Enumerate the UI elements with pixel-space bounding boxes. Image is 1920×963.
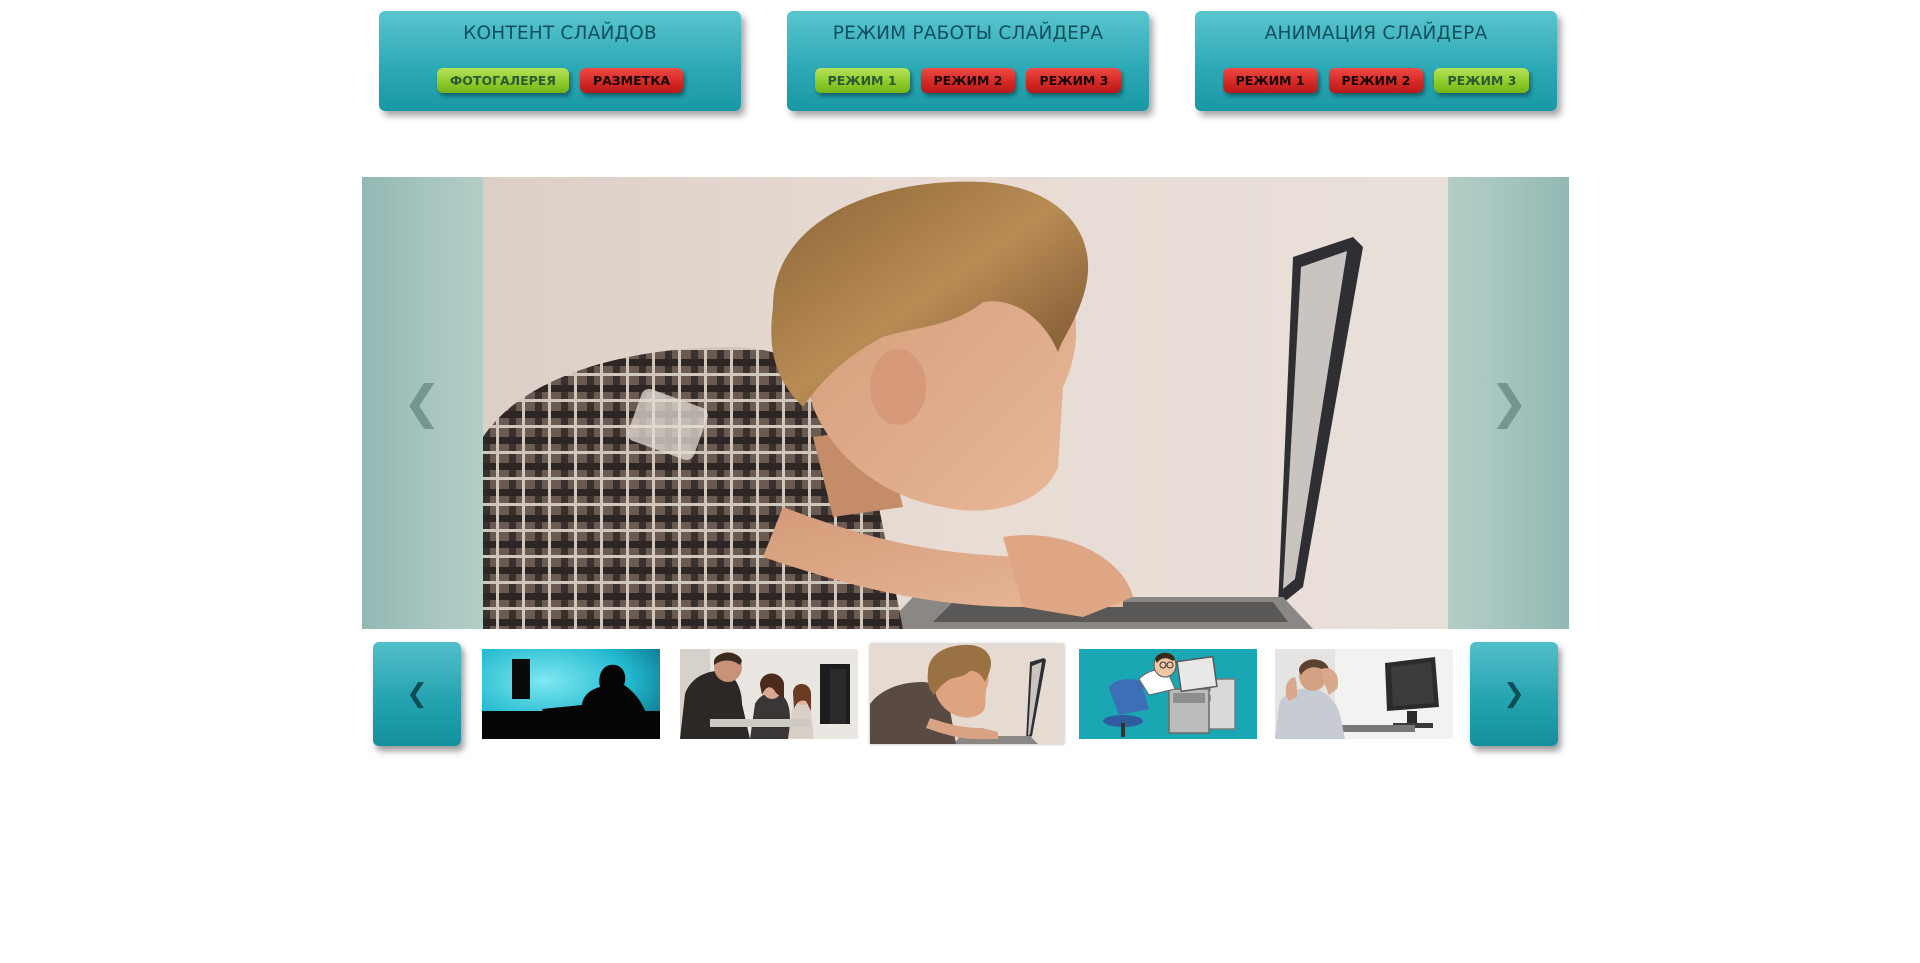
mode-3-button[interactable]: РЕЖИМ 3 (1026, 68, 1122, 93)
thumbnail-5[interactable] (1275, 649, 1453, 739)
chevron-right-icon: ❯ (1503, 679, 1525, 709)
cartoon-man-computer-illustration (1079, 649, 1257, 739)
button-group: РЕЖИМ 1 РЕЖИМ 2 РЕЖИМ 3 (787, 68, 1149, 93)
thumbnails-prev-button[interactable]: ❮ (373, 642, 461, 746)
boy-typing-laptop-photo (483, 177, 1448, 629)
animation-1-button[interactable]: РЕЖИМ 1 (1222, 68, 1318, 93)
chevron-left-icon: ❮ (406, 679, 428, 709)
current-slide-image (483, 177, 1448, 629)
mode-1-button[interactable]: РЕЖИМ 1 (814, 68, 910, 93)
slide-next-arrow-icon[interactable]: ❯ (1489, 377, 1529, 427)
photo-gallery-button[interactable]: ФОТОГАЛЕРЕЯ (436, 68, 569, 93)
slider-mode-panel: РЕЖИМ РАБОТЫ СЛАЙДЕРА РЕЖИМ 1 РЕЖИМ 2 РЕ… (787, 11, 1149, 111)
thumbnails-next-button[interactable]: ❯ (1470, 642, 1558, 746)
silhouette-at-computer-photo (482, 649, 660, 739)
markup-button[interactable]: РАЗМЕТКА (579, 68, 684, 93)
mode-2-button[interactable]: РЕЖИМ 2 (920, 68, 1016, 93)
slider-animation-panel: АНИМАЦИЯ СЛАЙДЕРА РЕЖИМ 1 РЕЖИМ 2 РЕЖИМ … (1195, 11, 1557, 111)
panel-title: АНИМАЦИЯ СЛАЙДЕРА (1264, 23, 1488, 44)
stressed-man-monitor-photo (1275, 649, 1453, 739)
thumbnail-3-active[interactable] (870, 644, 1064, 744)
panel-title: РЕЖИМ РАБОТЫ СЛАЙДЕРА (832, 23, 1104, 44)
animation-2-button[interactable]: РЕЖИМ 2 (1328, 68, 1424, 93)
panel-title: КОНТЕНТ СЛАЙДОВ (463, 23, 657, 44)
slide-prev-arrow-icon[interactable]: ❮ (402, 377, 442, 427)
slide-content-panel: КОНТЕНТ СЛАЙДОВ ФОТОГАЛЕРЕЯ РАЗМЕТКА (379, 11, 741, 111)
thumbnail-2[interactable] (680, 649, 858, 739)
boy-typing-laptop-photo (870, 644, 1064, 744)
students-computer-class-photo (680, 649, 858, 739)
thumbnail-1[interactable] (482, 649, 660, 739)
button-group: ФОТОГАЛЕРЕЯ РАЗМЕТКА (379, 68, 741, 93)
button-group: РЕЖИМ 1 РЕЖИМ 2 РЕЖИМ 3 (1195, 68, 1557, 93)
slider-demo-page: КОНТЕНТ СЛАЙДОВ ФОТОГАЛЕРЕЯ РАЗМЕТКА РЕЖ… (0, 0, 1920, 963)
main-slider: ❮ ❯ (362, 177, 1569, 629)
thumbnail-4[interactable] (1079, 649, 1257, 739)
animation-3-button[interactable]: РЕЖИМ 3 (1434, 68, 1530, 93)
